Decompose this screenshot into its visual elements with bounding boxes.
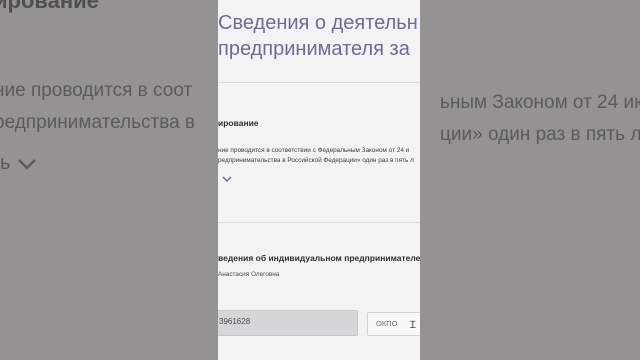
page-title: Сведения о деятельн предпринимателя за: [218, 10, 420, 62]
monitoring-description: ние проводится в соответствии с Федераль…: [218, 146, 414, 166]
entrepreneur-name: Анастасия Олеговна: [218, 271, 280, 278]
background-text-line: ние проводится в соот: [0, 80, 193, 101]
background-text-line: ции» один раз в пять л: [440, 124, 640, 145]
background-text-line: редпринимательства в: [0, 112, 196, 133]
background-text-line: ьным Законом от 24 ию: [440, 92, 640, 113]
background-heading: ирование: [0, 0, 99, 13]
divider: [218, 222, 420, 223]
okpo-field[interactable]: ОКПО Ɪ: [367, 312, 420, 336]
text-cursor-icon: Ɪ: [410, 320, 416, 331]
chevron-down-icon: [222, 176, 232, 182]
chevron-down-icon: [18, 158, 36, 170]
okpo-label: ОКПО: [376, 319, 398, 328]
inn-value: 3961628: [219, 317, 251, 326]
page-title-line: предпринимателя за: [218, 38, 410, 60]
monitoring-heading: ирование: [218, 118, 259, 128]
description-line: ние проводится в соответствии с Федераль…: [218, 147, 410, 154]
expand-button[interactable]: [221, 170, 233, 188]
background-chev-prefix: ь: [0, 152, 11, 174]
page-title-line: Сведения о деятельн: [218, 12, 418, 34]
form-panel: Сведения о деятельн предпринимателя за и…: [218, 0, 420, 360]
background-expand: ь: [0, 152, 38, 175]
description-line: редпринимательства в Российской Федераци…: [218, 157, 414, 164]
entrepreneur-heading: ведения об индивидуальном предпринимател…: [218, 253, 420, 263]
inn-field[interactable]: 3961628: [218, 310, 358, 336]
divider: [218, 82, 420, 83]
